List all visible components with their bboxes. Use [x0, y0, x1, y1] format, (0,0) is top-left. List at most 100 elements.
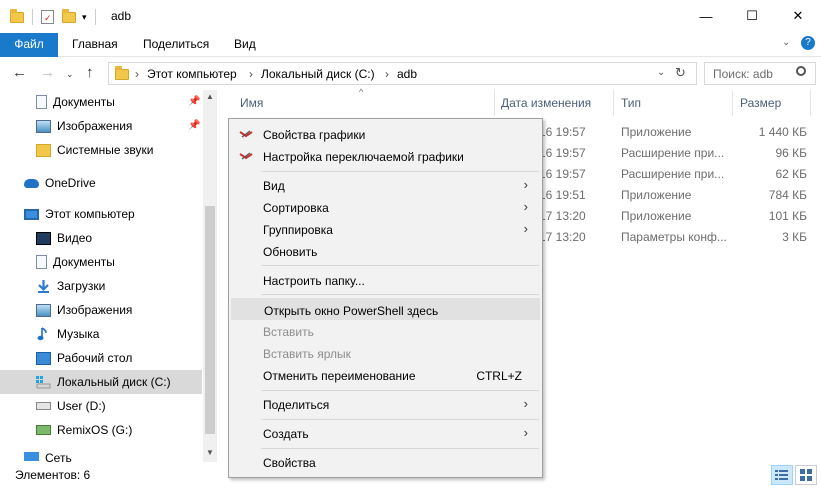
nav-item-this-pc[interactable]: Этот компьютер	[0, 202, 202, 226]
nav-item-label: Документы	[53, 255, 115, 269]
submenu-arrow-icon: ›	[523, 425, 528, 440]
tab-file[interactable]: Файл	[0, 33, 58, 57]
file-size: 62 КБ	[775, 167, 807, 181]
properties-icon[interactable]: ✓	[41, 10, 54, 24]
column-header-size[interactable]: Размер	[740, 96, 781, 110]
pin-icon[interactable]: 📌	[188, 120, 200, 131]
menu-item-create[interactable]: Создать ›	[231, 422, 540, 444]
divider	[94, 9, 96, 25]
nav-item-music[interactable]: Музыка	[0, 322, 202, 346]
tab-share[interactable]: Поделиться	[133, 33, 219, 57]
context-menu: Свойства графики Настройка переключаемой…	[228, 118, 543, 478]
menu-item-switchable-graphics[interactable]: Настройка переключаемой графики	[231, 145, 540, 167]
nav-item-documents[interactable]: Документы	[0, 250, 202, 274]
tab-view[interactable]: Вид	[224, 33, 266, 57]
up-button[interactable]: ↑	[86, 64, 94, 81]
folder-icon	[36, 143, 51, 157]
navigation-pane: Документы 📌 Изображения 📌 Системные звук…	[0, 90, 218, 462]
nav-item-remixos-g[interactable]: RemixOS (G:)	[0, 418, 202, 442]
nav-item-pictures-quick[interactable]: Изображения 📌	[0, 114, 202, 138]
local-drive-icon	[36, 375, 51, 389]
tab-home[interactable]: Главная	[62, 33, 128, 57]
column-header-type[interactable]: Тип	[621, 96, 641, 110]
file-date: 17 13:20	[539, 230, 586, 244]
menu-item-properties[interactable]: Свойства	[231, 451, 540, 473]
menu-item-paste[interactable]: Вставить	[231, 320, 540, 342]
file-type: Приложение	[621, 188, 692, 202]
file-size: 101 КБ	[768, 209, 807, 223]
menu-item-group[interactable]: Группировка ›	[231, 218, 540, 240]
new-folder-icon[interactable]	[62, 8, 76, 23]
menu-separator	[261, 419, 539, 420]
downloads-icon	[36, 279, 51, 293]
details-view-icon	[775, 470, 788, 480]
breadcrumb-adb[interactable]: adb	[397, 67, 417, 81]
refresh-icon[interactable]: ↻	[675, 65, 686, 81]
nav-item-label: User (D:)	[57, 399, 106, 413]
nav-item-network[interactable]: Сеть	[0, 448, 202, 462]
quick-access-toolbar: ✓ ▾	[10, 8, 96, 25]
file-date: 16 19:57	[539, 125, 586, 139]
address-dropdown-icon[interactable]: ⌄	[657, 67, 665, 78]
column-divider[interactable]	[613, 90, 614, 116]
column-divider[interactable]	[732, 90, 733, 116]
back-button[interactable]: ←	[12, 64, 27, 81]
nav-item-user-d[interactable]: User (D:)	[0, 394, 202, 418]
close-button[interactable]: ✕	[775, 0, 821, 32]
breadcrumb-local-disk[interactable]: Локальный диск (C:)	[261, 67, 375, 81]
breadcrumb-separator: ›	[249, 67, 253, 81]
file-size: 784 КБ	[768, 188, 807, 202]
nav-scrollbar[interactable]: ▲ ▼	[203, 90, 217, 462]
documents-icon	[36, 255, 47, 269]
breadcrumb-this-pc[interactable]: Этот компьютер	[147, 67, 237, 81]
menu-item-paste-shortcut[interactable]: Вставить ярлык	[231, 342, 540, 364]
address-bar[interactable]: › Этот компьютер › Локальный диск (C:) ›…	[108, 62, 697, 85]
submenu-arrow-icon: ›	[523, 177, 528, 192]
nav-item-onedrive[interactable]: OneDrive	[0, 171, 202, 195]
details-view-button[interactable]	[771, 465, 793, 485]
sort-ascending-icon: ^	[359, 87, 364, 97]
file-type: Расширение при...	[621, 146, 725, 160]
menu-item-undo-rename[interactable]: Отменить переименование CTRL+Z	[231, 364, 540, 386]
scroll-up-icon[interactable]: ▲	[206, 92, 214, 101]
menu-item-view[interactable]: Вид ›	[231, 174, 540, 196]
pin-icon[interactable]: 📌	[188, 96, 200, 107]
nav-item-label: Загрузки	[57, 279, 106, 293]
help-icon[interactable]: ?	[801, 36, 815, 50]
breadcrumb-separator: ›	[135, 67, 139, 81]
nav-item-system-sounds[interactable]: Системные звуки	[0, 138, 202, 162]
forward-button[interactable]: →	[40, 64, 55, 81]
menu-item-customize-folder[interactable]: Настроить папку...	[231, 269, 540, 291]
file-list-header: ^ Имя Дата изменения Тип Размер	[218, 87, 821, 116]
menu-item-label: Отменить переименование	[263, 369, 416, 383]
menu-separator	[261, 448, 539, 449]
nav-item-local-disk-c[interactable]: Локальный диск (C:)	[0, 370, 202, 394]
nav-item-label: Этот компьютер	[45, 207, 135, 221]
large-icons-view-button[interactable]	[795, 465, 817, 485]
nav-item-label: Изображения	[57, 119, 133, 133]
customize-toolbar-icon[interactable]: ▾	[82, 12, 87, 23]
menu-item-share[interactable]: Поделиться ›	[231, 393, 540, 415]
column-header-name[interactable]: Имя	[240, 96, 263, 110]
recent-locations-icon[interactable]: ⌄	[66, 69, 74, 80]
column-header-date[interactable]: Дата изменения	[501, 96, 591, 110]
nav-item-desktop[interactable]: Рабочий стол	[0, 346, 202, 370]
network-icon	[24, 452, 39, 461]
minimize-button[interactable]: —	[683, 0, 729, 32]
maximize-button[interactable]: ☐	[729, 0, 775, 32]
menu-item-graphics-properties[interactable]: Свойства графики	[231, 123, 540, 145]
close-icon: ✕	[792, 8, 804, 23]
column-divider[interactable]	[494, 90, 495, 116]
scroll-down-icon[interactable]: ▼	[206, 448, 214, 457]
scrollbar-thumb[interactable]	[205, 206, 215, 434]
nav-item-downloads[interactable]: Загрузки	[0, 274, 202, 298]
menu-item-sort[interactable]: Сортировка ›	[231, 196, 540, 218]
menu-item-open-powershell[interactable]: Открыть окно PowerShell здесь	[231, 298, 540, 320]
nav-item-video[interactable]: Видео	[0, 226, 202, 250]
nav-item-pictures[interactable]: Изображения	[0, 298, 202, 322]
column-divider[interactable]	[810, 90, 811, 116]
menu-item-refresh[interactable]: Обновить	[231, 240, 540, 262]
expand-ribbon-icon[interactable]: ⌄	[782, 37, 790, 48]
nav-item-documents-quick[interactable]: Документы 📌	[0, 90, 202, 114]
menu-separator	[261, 390, 539, 391]
